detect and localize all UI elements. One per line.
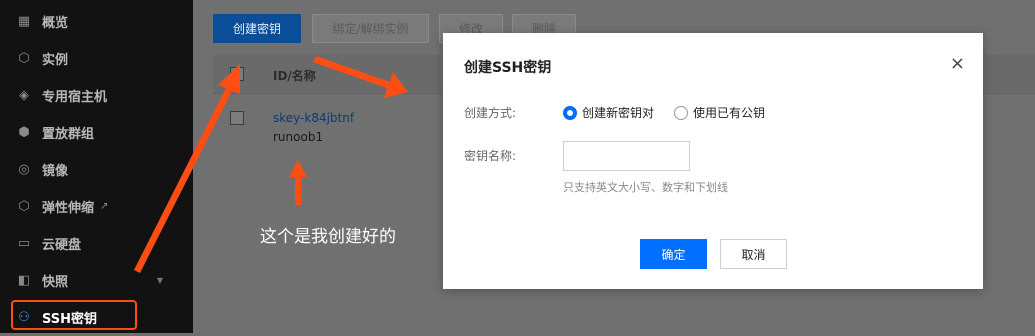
disk-icon: ▭ [17, 236, 31, 251]
sidebar-item-label: 置放群组 [42, 127, 95, 142]
select-all-checkbox[interactable] [230, 67, 244, 81]
radio-create-new[interactable]: 创建新密钥对 [563, 104, 654, 121]
highlight-box [11, 300, 137, 330]
bind-instance-button[interactable]: 绑定/解绑实例 [312, 14, 429, 43]
sidebar-item-placement-group[interactable]: ⬢ 置放群组 [0, 114, 193, 151]
sidebar-item-label: 弹性伸缩 [42, 201, 95, 216]
column-header-id: ID/名称 [273, 69, 316, 83]
snapshot-icon: ◧ [17, 273, 31, 288]
group-icon: ⬢ [18, 125, 30, 140]
scaling-icon: ⬡ [18, 199, 30, 214]
create-ssh-key-dialog: 创建SSH密钥 × 创建方式: 创建新密钥对 使用已有公钥 密钥名称: 只支持英… [443, 33, 983, 289]
sidebar-item-overview[interactable]: ▦ 概览 [0, 3, 193, 40]
key-name-hint: 只支持英文大小写、数字和下划线 [563, 181, 728, 194]
row-checkbox[interactable] [230, 111, 244, 125]
key-name-label: 密钥名称: [464, 149, 517, 163]
key-name-input[interactable] [563, 141, 690, 171]
radio-label: 使用已有公钥 [693, 106, 766, 120]
sidebar-item-label: 专用宿主机 [42, 90, 108, 105]
cube-icon: ⬡ [18, 51, 30, 66]
key-id-link[interactable]: skey-k84jbtnf [273, 111, 354, 125]
sidebar-item-cloud-disk[interactable]: ▭ 云硬盘 [0, 225, 193, 262]
radio-unchecked-icon [674, 105, 688, 120]
sidebar-item-label: 云硬盘 [42, 238, 82, 253]
radio-label: 创建新密钥对 [582, 106, 655, 120]
sidebar-item-dedicated-host[interactable]: ◈ 专用宿主机 [0, 77, 193, 114]
sidebar-item-label: 镜像 [42, 164, 69, 179]
create-key-button[interactable]: 创建密钥 [213, 14, 301, 43]
disc-icon: ◎ [18, 162, 30, 177]
sidebar-item-label: 快照 [42, 275, 69, 290]
grid-icon: ▦ [17, 14, 31, 29]
sidebar: ▦ 概览 ⬡ 实例 ◈ 专用宿主机 ⬢ 置放群组 ◎ 镜像 ⬡ 弹性伸缩 ↗ ▭… [0, 0, 193, 333]
sidebar-item-snapshot[interactable]: ◧ 快照 ▼ [0, 262, 193, 299]
method-label: 创建方式: [464, 106, 517, 120]
cancel-button[interactable]: 取消 [720, 239, 787, 269]
radio-use-existing[interactable]: 使用已有公钥 [674, 104, 765, 121]
confirm-button[interactable]: 确定 [640, 239, 707, 269]
chevron-down-icon[interactable]: ▼ [157, 276, 163, 285]
sidebar-item-label: 实例 [42, 53, 69, 68]
sidebar-item-images[interactable]: ◎ 镜像 [0, 151, 193, 188]
external-link-icon: ↗ [100, 201, 109, 212]
sidebar-item-auto-scaling[interactable]: ⬡ 弹性伸缩 ↗ [0, 188, 193, 225]
radio-checked-icon [563, 105, 577, 120]
sidebar-item-instances[interactable]: ⬡ 实例 [0, 40, 193, 77]
sidebar-item-label: 概览 [42, 16, 69, 31]
layers-icon: ◈ [19, 88, 29, 103]
annotation-note: 这个是我创建好的 [260, 227, 396, 247]
dialog-title: 创建SSH密钥 [464, 60, 552, 76]
key-name: runoob1 [273, 130, 324, 144]
close-icon[interactable]: × [950, 55, 965, 73]
